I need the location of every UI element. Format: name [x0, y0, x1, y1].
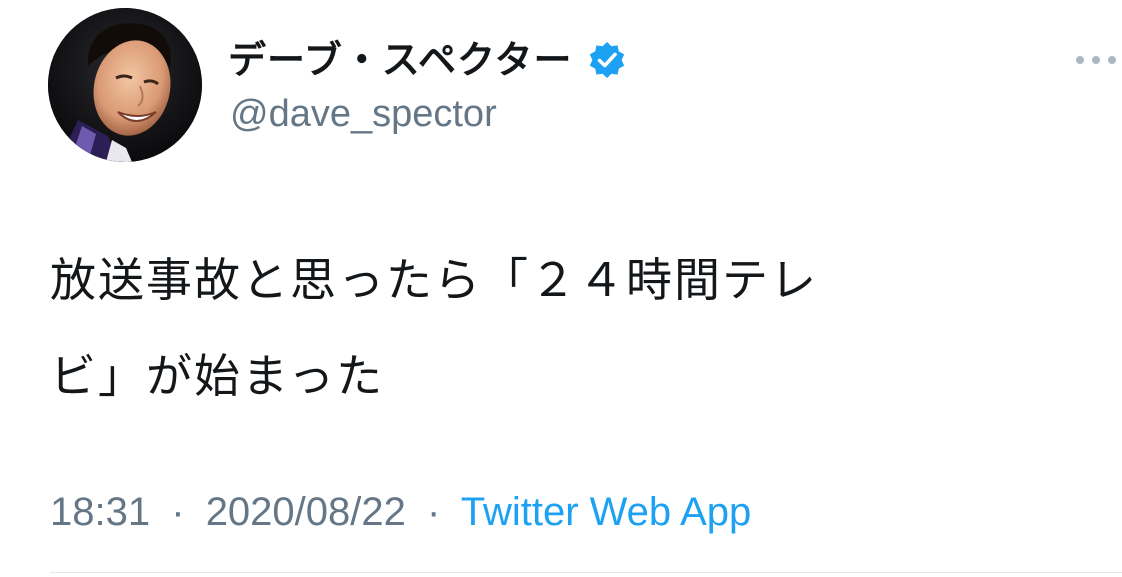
profile-photo — [48, 8, 202, 162]
avatar[interactable] — [48, 8, 202, 162]
tweet-text-line: ビ」が始まった — [50, 349, 385, 403]
tweet-date[interactable]: 2020/08/22 — [206, 490, 406, 534]
display-name[interactable]: デーブ・スペクター — [228, 36, 573, 84]
meta-separator: · — [171, 490, 185, 534]
tweet-source-link[interactable]: Twitter Web App — [461, 490, 752, 534]
meta-separator: · — [427, 490, 441, 534]
tweet-text-line: 放送事故と思ったら「２４時間テレ — [50, 253, 818, 307]
divider — [50, 572, 1122, 573]
tweet-time[interactable]: 18:31 — [50, 490, 150, 534]
tweet-text: 放送事故と思ったら「２４時間テレ ビ」が始まった — [50, 232, 1070, 424]
tweet-meta: 18:31 · 2020/08/22 · Twitter Web App — [50, 488, 751, 536]
user-handle[interactable]: @dave_spector — [230, 92, 497, 136]
display-name-row[interactable]: デーブ・スペクター — [228, 36, 627, 84]
verified-badge-icon — [587, 40, 627, 80]
more-options-icon[interactable] — [1074, 52, 1118, 68]
